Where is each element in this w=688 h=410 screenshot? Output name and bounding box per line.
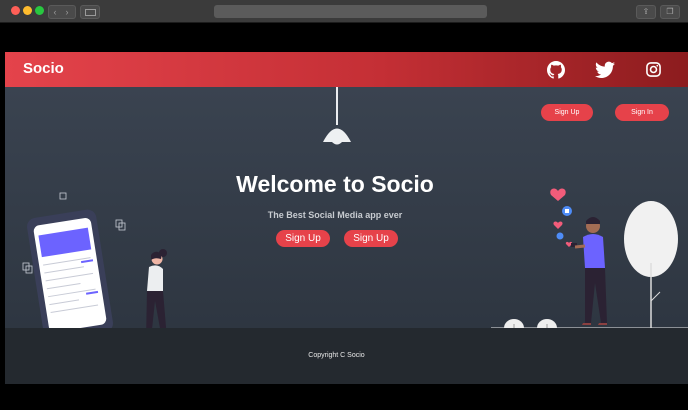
hanging-lamp-illustration xyxy=(323,87,351,145)
phone-illustration xyxy=(27,209,113,328)
web-page: Socio Sign Up Sign In Welcome to Socio T… xyxy=(5,23,688,410)
heart-reaction-icon xyxy=(550,188,566,201)
tree-illustration xyxy=(624,201,678,328)
tabs-overview-button[interactable]: ❐ xyxy=(660,5,680,19)
copyright-text: Copyright C Socio xyxy=(308,352,365,359)
forward-button[interactable]: › xyxy=(61,6,73,18)
twitter-icon[interactable] xyxy=(595,61,615,79)
address-bar[interactable] xyxy=(214,5,487,18)
like-reaction-small-icon xyxy=(556,232,564,240)
signup-button-top[interactable]: Sign Up xyxy=(541,104,593,121)
heart-reaction-small-icon xyxy=(553,221,563,229)
copy-icon-decor-2 xyxy=(115,219,126,231)
back-button[interactable]: ‹ xyxy=(49,6,61,18)
hero-illustration xyxy=(22,87,688,328)
like-reaction-icon xyxy=(562,206,572,216)
hero-title: Welcome to Socio xyxy=(236,171,434,197)
copy-icon-decor-3 xyxy=(22,262,33,274)
floor-lamp-right-illustration xyxy=(537,319,557,328)
site-navbar: Socio xyxy=(5,52,688,87)
instagram-icon[interactable] xyxy=(646,62,661,77)
minimize-window-button[interactable] xyxy=(23,6,32,15)
github-icon[interactable] xyxy=(547,61,565,79)
man-illustration xyxy=(571,217,607,325)
site-footer: Copyright C Socio xyxy=(5,328,688,384)
copy-icon-decor-1 xyxy=(59,192,67,200)
hero-section: Sign Up Sign In Welcome to Socio The Bes… xyxy=(5,87,688,328)
share-button[interactable]: ⇪ xyxy=(636,5,656,19)
signup-button-secondary[interactable]: Sign Up xyxy=(344,230,398,247)
zoom-window-button[interactable] xyxy=(35,6,44,15)
signin-button-top[interactable]: Sign In xyxy=(615,104,669,121)
floor-lamp-left-illustration xyxy=(504,319,524,328)
signup-button-primary[interactable]: Sign Up xyxy=(276,230,330,247)
browser-toolbar: ‹ › ⇪ ❐ xyxy=(0,0,688,23)
sidebar-toggle-button[interactable] xyxy=(80,5,100,19)
hero-subtitle: The Best Social Media app ever xyxy=(267,210,403,220)
brand-logo[interactable]: Socio xyxy=(23,60,64,77)
woman-illustration xyxy=(146,249,167,328)
history-nav: ‹ › xyxy=(48,5,76,19)
close-window-button[interactable] xyxy=(11,6,20,15)
